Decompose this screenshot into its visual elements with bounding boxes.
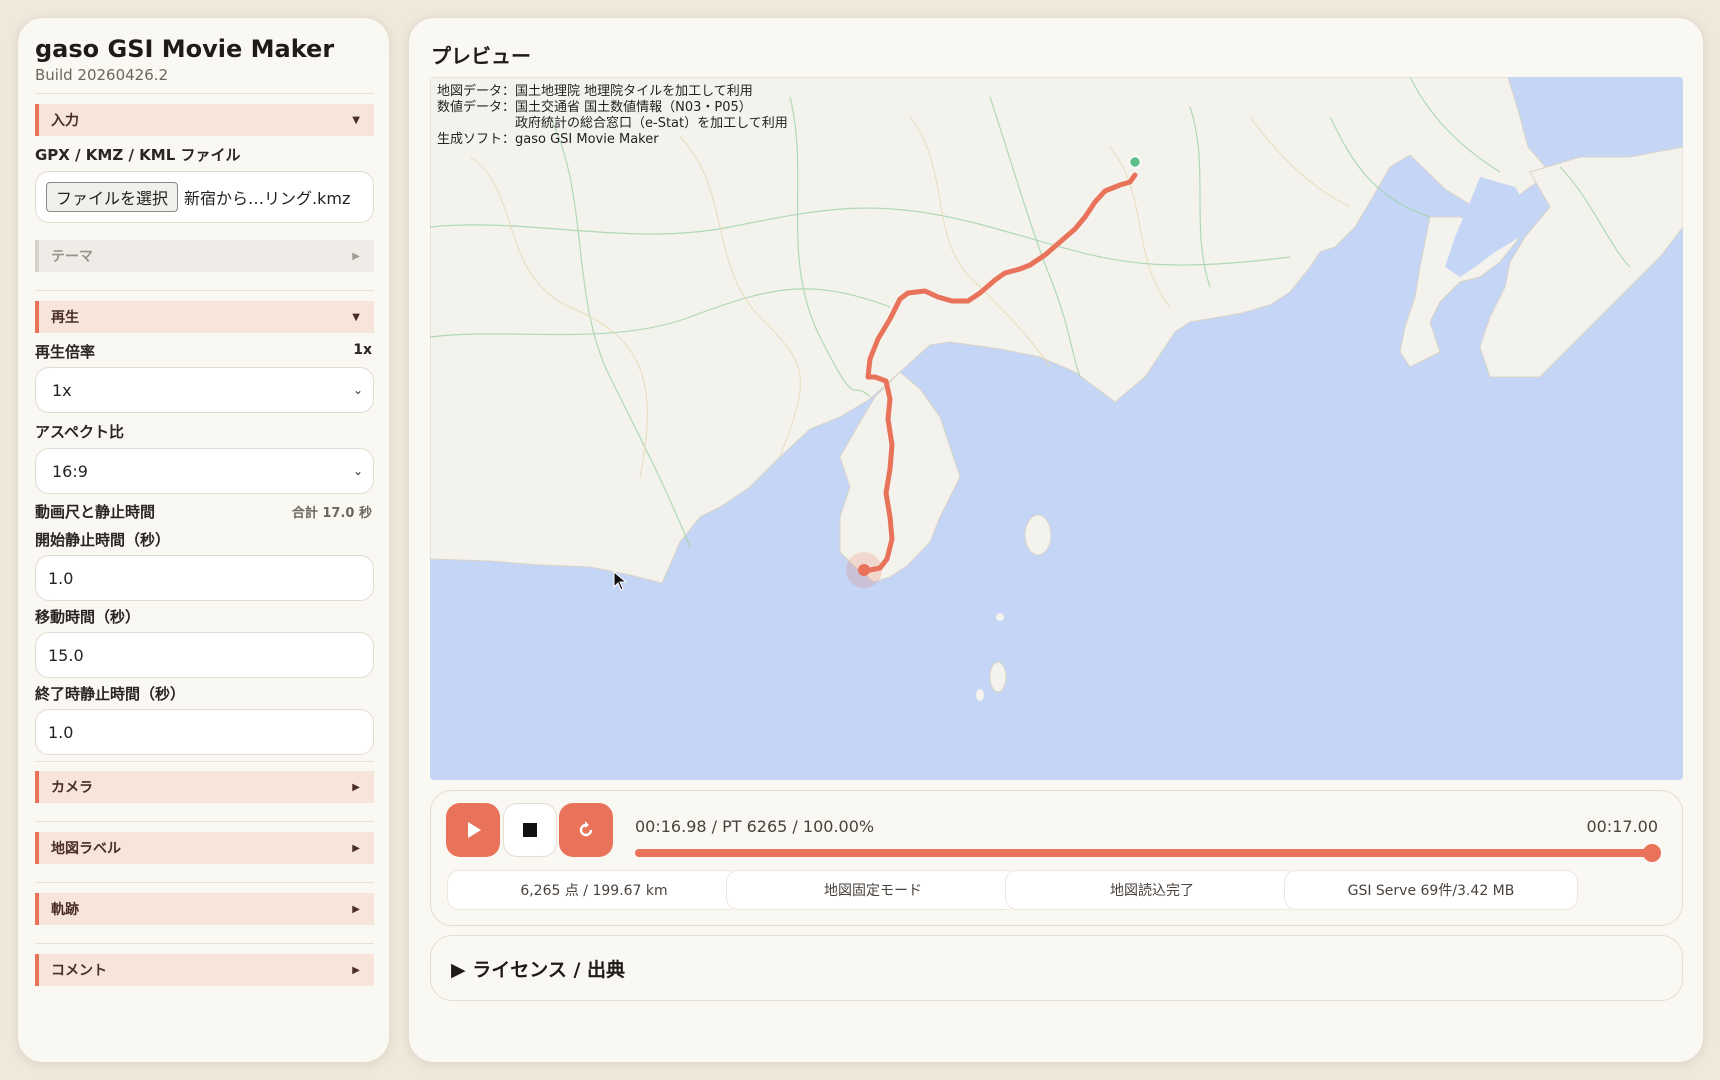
- start-hold-label: 開始静止時間（秒）: [35, 531, 171, 549]
- caret-right-icon: ▶: [352, 964, 360, 976]
- divider: [35, 761, 374, 762]
- total-time: 00:17.00: [1586, 817, 1658, 836]
- selected-file-name: 新宿から…リング.kmz: [184, 189, 351, 208]
- play-icon: [468, 822, 481, 838]
- divider: [35, 93, 374, 94]
- land-islet: [976, 689, 984, 701]
- section-map-label-label: 地図ラベル: [51, 841, 121, 857]
- file-input[interactable]: ファイルを選択 新宿から…リング.kmz: [35, 171, 374, 223]
- divider: [35, 821, 374, 822]
- divider: [35, 290, 374, 291]
- choose-file-button[interactable]: ファイルを選択: [46, 182, 179, 212]
- build-label: Build 20260426.2: [35, 66, 169, 84]
- section-track-label: 軌跡: [51, 902, 79, 918]
- cursor-icon: [613, 571, 627, 591]
- start-hold-input[interactable]: 1.0: [35, 555, 374, 601]
- settings-sidebar: gaso GSI Movie Maker Build 20260426.2 入力…: [17, 17, 390, 1063]
- license-toggle[interactable]: ▶ ライセンス / 出典: [430, 935, 1683, 1001]
- land-islet: [996, 613, 1004, 621]
- play-button[interactable]: [446, 803, 500, 857]
- section-comment-header[interactable]: コメント ▶: [35, 954, 374, 986]
- section-camera-label: カメラ: [51, 780, 93, 796]
- file-label: GPX / KMZ / KML ファイル: [35, 146, 241, 164]
- caret-right-icon: ▶: [352, 903, 360, 915]
- speed-select-value: 1x: [52, 380, 72, 400]
- total-duration: 合計 17.0 秒: [291, 506, 372, 521]
- preview-title: プレビュー: [431, 44, 531, 68]
- speed-select[interactable]: 1x ⌄: [35, 367, 374, 413]
- playback-status: 00:16.98 / PT 6265 / 100.00%: [635, 817, 875, 836]
- start-marker: [1128, 155, 1142, 169]
- speed-label: 再生倍率: [35, 343, 96, 361]
- move-time-value: 15.0: [48, 645, 84, 665]
- land-oshima: [1024, 514, 1052, 556]
- start-hold-value: 1.0: [48, 568, 74, 588]
- map-canvas: [430, 77, 1683, 780]
- caret-right-icon: ▶: [352, 842, 360, 854]
- stat-map-loaded: 地図読込完了: [1005, 870, 1299, 910]
- map-preview[interactable]: 地図データ：国土地理院 地理院タイルを加工して利用 数値データ：国土交通省 国土…: [430, 77, 1683, 780]
- caret-down-icon: ▼: [352, 114, 360, 126]
- section-playback-header[interactable]: 再生 ▼: [35, 301, 374, 333]
- section-playback-label: 再生: [51, 310, 79, 326]
- aspect-select-value: 16:9: [52, 461, 88, 481]
- aspect-select[interactable]: 16:9 ⌄: [35, 448, 374, 494]
- caret-down-icon: ▼: [352, 311, 360, 323]
- move-label: 移動時間（秒）: [35, 608, 141, 626]
- stat-map-mode: 地図固定モード: [726, 870, 1020, 910]
- map-attribution: 地図データ：国土地理院 地理院タイルを加工して利用 数値データ：国土交通省 国土…: [437, 84, 788, 147]
- caret-right-icon: ▶: [352, 250, 360, 262]
- chevron-down-icon: ⌄: [352, 383, 363, 397]
- chevron-down-icon: ⌄: [352, 464, 363, 478]
- land-island: [989, 661, 1007, 693]
- loop-button[interactable]: [559, 803, 613, 857]
- section-theme-label: テーマ: [51, 249, 93, 265]
- preview-panel: プレビュー 地図データ：国土地理院 地理院タイルを加工して利用 数値データ：国土…: [408, 17, 1704, 1063]
- playback-controls: 00:16.98 / PT 6265 / 100.00% 00:17.00 6,…: [430, 790, 1683, 926]
- move-time-input[interactable]: 15.0: [35, 632, 374, 678]
- stop-icon: [523, 823, 537, 837]
- seek-slider-thumb[interactable]: [1643, 844, 1661, 862]
- refresh-icon: [579, 821, 593, 837]
- caret-right-icon: ▶: [352, 781, 360, 793]
- duration-label: 動画尺と静止時間: [35, 503, 156, 521]
- end-hold-value: 1.0: [48, 722, 74, 742]
- divider: [35, 943, 374, 944]
- end-hold-label: 終了時静止時間（秒）: [35, 685, 186, 703]
- speed-value: 1x: [353, 342, 372, 358]
- section-map-label-header[interactable]: 地図ラベル ▶: [35, 832, 374, 864]
- stat-points-distance: 6,265 点 / 199.67 km: [447, 870, 741, 910]
- section-camera-header[interactable]: カメラ ▶: [35, 771, 374, 803]
- aspect-label: アスペクト比: [35, 423, 124, 441]
- app-title: gaso GSI Movie Maker: [35, 35, 335, 63]
- end-marker: [858, 564, 870, 576]
- divider: [35, 882, 374, 883]
- stat-gsi-serve: GSI Serve 69件/3.42 MB: [1284, 870, 1578, 910]
- section-input-header[interactable]: 入力 ▼: [35, 104, 374, 136]
- section-comment-label: コメント: [51, 963, 107, 979]
- section-track-header[interactable]: 軌跡 ▶: [35, 893, 374, 925]
- section-theme-header[interactable]: テーマ ▶: [35, 240, 374, 272]
- stop-button[interactable]: [503, 803, 557, 857]
- seek-slider[interactable]: [635, 849, 1659, 857]
- section-input-label: 入力: [51, 113, 79, 129]
- end-hold-input[interactable]: 1.0: [35, 709, 374, 755]
